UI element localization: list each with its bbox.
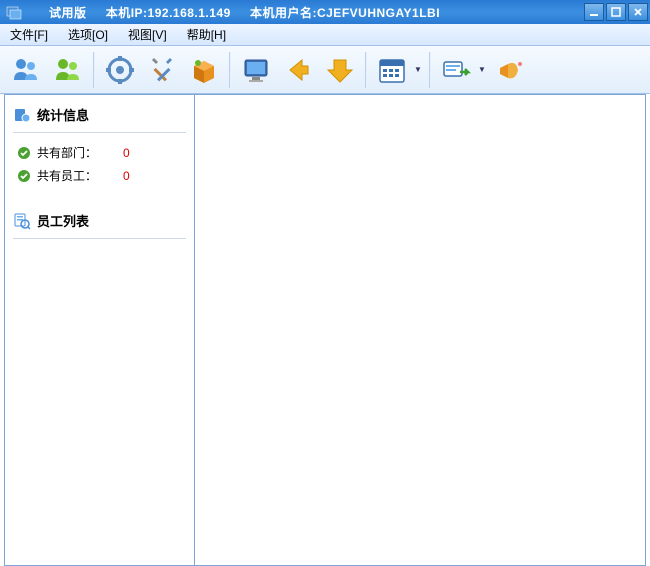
close-button[interactable] — [628, 3, 648, 21]
window-controls — [584, 3, 648, 21]
stat-row-employees: 共有员工： 0 — [13, 164, 186, 187]
stat-row-departments: 共有部门： 0 — [13, 141, 186, 164]
stat-value: 0 — [123, 169, 130, 183]
send-icon — [440, 54, 472, 86]
maximize-button[interactable] — [606, 3, 626, 21]
stats-header: 统计信息 — [13, 101, 186, 133]
app-window: 试用版 本机IP:192.168.1.149 本机用户名:CJEFVUHNGAY… — [0, 0, 650, 566]
employee-list-header[interactable]: 员工列表 — [13, 207, 186, 239]
arrow-down-icon — [324, 54, 356, 86]
stats-title: 统计信息 — [37, 105, 89, 124]
toolbar-announce[interactable] — [490, 50, 530, 90]
toolbar-settings[interactable] — [100, 50, 140, 90]
app-icon — [6, 4, 22, 20]
titlebar: 试用版 本机IP:192.168.1.149 本机用户名:CJEFVUHNGAY… — [0, 0, 650, 24]
toolbar-calendar-dropdown[interactable]: ▼ — [412, 65, 424, 74]
toolbar-separator — [429, 52, 431, 88]
gear-icon — [104, 54, 136, 86]
toolbar-separator — [365, 52, 367, 88]
toolbar-separator — [93, 52, 95, 88]
list-search-icon — [13, 212, 31, 230]
sidebar: 统计信息 共有部门： 0 共有员工： 0 — [5, 95, 195, 565]
minimize-button[interactable] — [584, 3, 604, 21]
users-green-icon — [52, 54, 84, 86]
toolbar-down[interactable] — [320, 50, 360, 90]
announce-icon — [494, 54, 526, 86]
toolbar-send-dropdown[interactable]: ▼ — [476, 65, 488, 74]
package-icon — [188, 54, 220, 86]
toolbar-send[interactable] — [436, 50, 476, 90]
toolbar-calendar[interactable] — [372, 50, 412, 90]
users-blue-icon — [10, 54, 42, 86]
toolbar-package[interactable] — [184, 50, 224, 90]
employee-list-title: 员工列表 — [37, 211, 89, 230]
content-area: 统计信息 共有部门： 0 共有员工： 0 — [4, 94, 646, 566]
menu-options[interactable]: 选项[O] — [64, 24, 112, 45]
main-panel — [195, 95, 645, 565]
tools-icon — [146, 54, 178, 86]
stat-label: 共有部门： — [37, 144, 117, 161]
monitor-icon — [240, 54, 272, 86]
toolbar-users-blue[interactable] — [6, 50, 46, 90]
toolbar-users-green[interactable] — [48, 50, 88, 90]
check-icon — [17, 169, 31, 183]
toolbar-back[interactable] — [278, 50, 318, 90]
stat-label: 共有员工： — [37, 167, 117, 184]
stat-value: 0 — [123, 146, 130, 160]
toolbar: ▼ ▼ — [0, 46, 650, 94]
menu-file[interactable]: 文件[F] — [6, 24, 52, 45]
toolbar-tools[interactable] — [142, 50, 182, 90]
arrow-left-icon — [282, 54, 314, 86]
check-icon — [17, 146, 31, 160]
menu-view[interactable]: 视图[V] — [124, 24, 171, 45]
calendar-icon — [376, 54, 408, 86]
stats-icon — [13, 106, 31, 124]
menu-help[interactable]: 帮助[H] — [183, 24, 230, 45]
toolbar-separator — [229, 52, 231, 88]
toolbar-monitor[interactable] — [236, 50, 276, 90]
